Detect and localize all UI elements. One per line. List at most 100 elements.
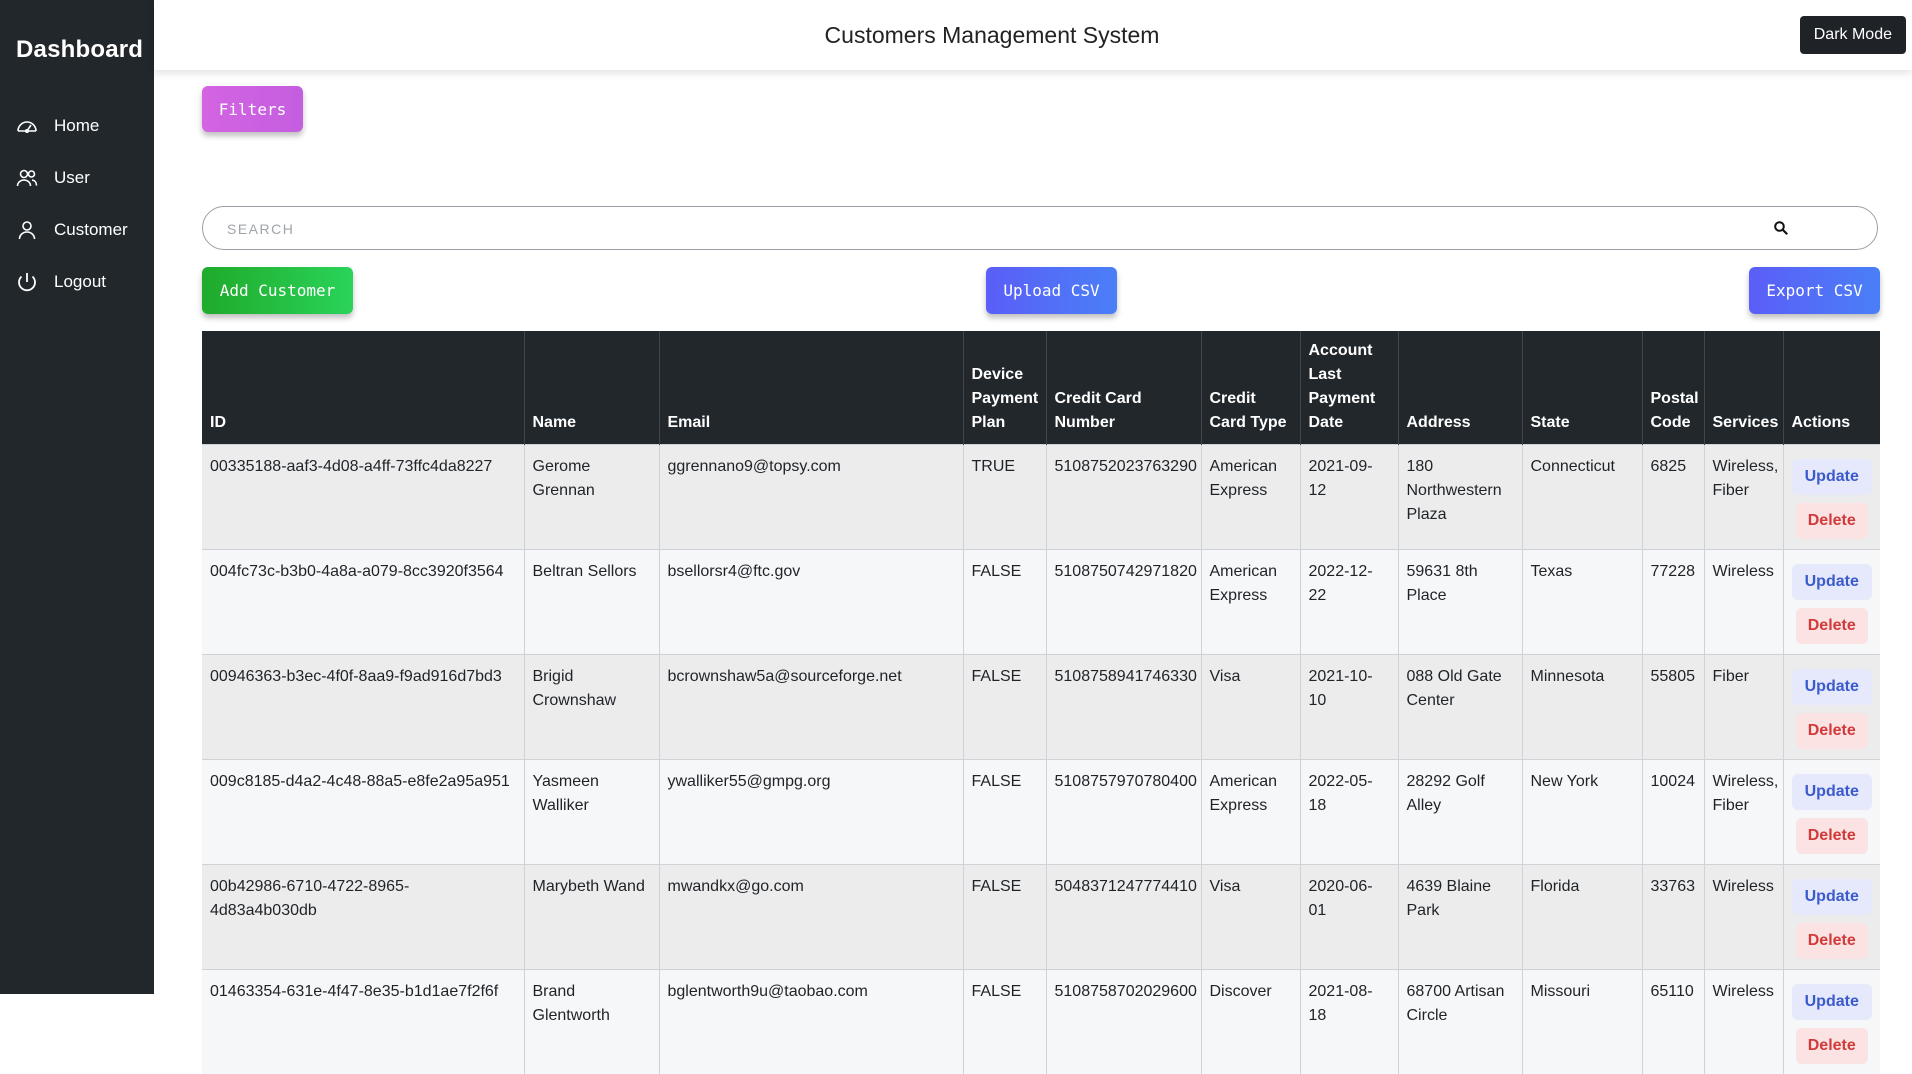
table-cell: 5108758702029600 [1046, 970, 1201, 1074]
update-button[interactable]: Update [1792, 669, 1872, 705]
table-cell: 2021-08-18 [1300, 970, 1398, 1074]
table-cell: Texas [1522, 550, 1642, 655]
table-cell: 2021-09-12 [1300, 445, 1398, 550]
table-cell: 55805 [1642, 655, 1704, 760]
sidebar-item-customer[interactable]: Customer [0, 204, 154, 256]
sidebar-brand: Dashboard [16, 36, 143, 64]
table-cell: Fiber [1704, 655, 1783, 760]
delete-button[interactable]: Delete [1796, 1028, 1868, 1064]
table-cell: bglentworth9u@taobao.com [659, 970, 963, 1074]
update-button[interactable]: Update [1792, 564, 1872, 600]
delete-button[interactable]: Delete [1796, 713, 1868, 749]
table-cell: 5108757970780400 [1046, 760, 1201, 865]
delete-button[interactable]: Delete [1796, 818, 1868, 854]
column-header: Email [659, 331, 963, 445]
search-bar [202, 206, 1878, 250]
table-cell: Wireless, Fiber [1704, 445, 1783, 550]
table-cell: Wireless [1704, 865, 1783, 970]
update-button[interactable]: Update [1792, 459, 1872, 495]
table-cell: bcrownshaw5a@sourceforge.net [659, 655, 963, 760]
table-cell: Brand Glentworth [524, 970, 659, 1074]
table-cell: 68700 Artisan Circle [1398, 970, 1522, 1074]
search-icon[interactable] [1773, 220, 1789, 236]
table-cell: 5108752023763290 [1046, 445, 1201, 550]
table-cell: American Express [1201, 550, 1300, 655]
update-button[interactable]: Update [1792, 984, 1872, 1020]
export-csv-button[interactable]: Export CSV [1749, 267, 1880, 314]
sidebar-item-home[interactable]: Home [0, 100, 154, 152]
customers-table: IDNameEmailDevice Payment PlanCredit Car… [202, 331, 1880, 1074]
table-cell: Wireless, Fiber [1704, 760, 1783, 865]
sidebar-item-label: Logout [54, 272, 106, 292]
add-customer-button[interactable]: Add Customer [202, 267, 353, 314]
table-cell: FALSE [963, 970, 1046, 1074]
actions-cell: Update Delete [1783, 970, 1880, 1074]
sidebar-item-user[interactable]: User [0, 152, 154, 204]
column-header: Services [1704, 331, 1783, 445]
upload-csv-button[interactable]: Upload CSV [986, 267, 1117, 314]
table-cell: Connecticut [1522, 445, 1642, 550]
delete-button[interactable]: Delete [1796, 923, 1868, 959]
table-cell: mwandkx@go.com [659, 865, 963, 970]
table-cell: 5048371247774410 [1046, 865, 1201, 970]
update-button[interactable]: Update [1792, 774, 1872, 810]
table-cell: 5108750742971820 [1046, 550, 1201, 655]
sidebar-item-label: Home [54, 116, 99, 136]
table-cell: 33763 [1642, 865, 1704, 970]
table-cell: Florida [1522, 865, 1642, 970]
table-cell: 2020-06-01 [1300, 865, 1398, 970]
column-header: Credit Card Type [1201, 331, 1300, 445]
person-icon [14, 217, 40, 243]
table-body: 00335188-aaf3-4d08-a4ff-73ffc4da8227Gero… [202, 445, 1880, 1074]
table-cell: Wireless [1704, 550, 1783, 655]
table-row: 01463354-631e-4f47-8e35-b1d1ae7f2f6fBran… [202, 970, 1880, 1074]
table-cell: 6825 [1642, 445, 1704, 550]
table-cell: Visa [1201, 865, 1300, 970]
update-button[interactable]: Update [1792, 879, 1872, 915]
table-cell: 59631 8th Place [1398, 550, 1522, 655]
delete-button[interactable]: Delete [1796, 503, 1868, 539]
column-header: ID [202, 331, 524, 445]
column-header: Credit Card Number [1046, 331, 1201, 445]
dark-mode-button[interactable]: Dark Mode [1800, 16, 1906, 54]
column-header: Account Last Payment Date [1300, 331, 1398, 445]
sidebar-item-logout[interactable]: Logout [0, 256, 154, 308]
search-input[interactable] [225, 207, 1729, 250]
table-cell: Gerome Grennan [524, 445, 659, 550]
table-cell: bsellorsr4@ftc.gov [659, 550, 963, 655]
actions-cell: Update Delete [1783, 655, 1880, 760]
table-cell: 77228 [1642, 550, 1704, 655]
sidebar-item-label: User [54, 168, 90, 188]
table-cell: Discover [1201, 970, 1300, 1074]
table-cell: 00335188-aaf3-4d08-a4ff-73ffc4da8227 [202, 445, 524, 550]
column-header: Postal Code [1642, 331, 1704, 445]
actions-cell: Update Delete [1783, 445, 1880, 550]
column-header: Actions [1783, 331, 1880, 445]
table-cell: Missouri [1522, 970, 1642, 1074]
table-cell: FALSE [963, 550, 1046, 655]
table-cell: TRUE [963, 445, 1046, 550]
delete-button[interactable]: Delete [1796, 608, 1868, 644]
table-cell: Minnesota [1522, 655, 1642, 760]
table-cell: Yasmeen Walliker [524, 760, 659, 865]
table-row: 00946363-b3ec-4f0f-8aa9-f9ad916d7bd3Brig… [202, 655, 1880, 760]
table-cell: FALSE [963, 760, 1046, 865]
table-cell: 00946363-b3ec-4f0f-8aa9-f9ad916d7bd3 [202, 655, 524, 760]
table-cell: FALSE [963, 655, 1046, 760]
table-cell: 088 Old Gate Center [1398, 655, 1522, 760]
table-cell: 01463354-631e-4f47-8e35-b1d1ae7f2f6f [202, 970, 524, 1074]
table-row: 00b42986-6710-4722-8965-4d83a4b030dbMary… [202, 865, 1880, 970]
table-cell: American Express [1201, 760, 1300, 865]
table-cell: 009c8185-d4a2-4c48-88a5-e8fe2a95a951 [202, 760, 524, 865]
table-cell: 4639 Blaine Park [1398, 865, 1522, 970]
table-cell: New York [1522, 760, 1642, 865]
power-icon [14, 269, 40, 295]
table-row: 00335188-aaf3-4d08-a4ff-73ffc4da8227Gero… [202, 445, 1880, 550]
column-header: Address [1398, 331, 1522, 445]
filters-button[interactable]: Filters [202, 86, 303, 132]
table-cell: FALSE [963, 865, 1046, 970]
sidebar-nav: Home User Customer Logout [0, 100, 154, 308]
table-cell: 00b42986-6710-4722-8965-4d83a4b030db [202, 865, 524, 970]
table-cell: 10024 [1642, 760, 1704, 865]
table-cell: 004fc73c-b3b0-4a8a-a079-8cc3920f3564 [202, 550, 524, 655]
